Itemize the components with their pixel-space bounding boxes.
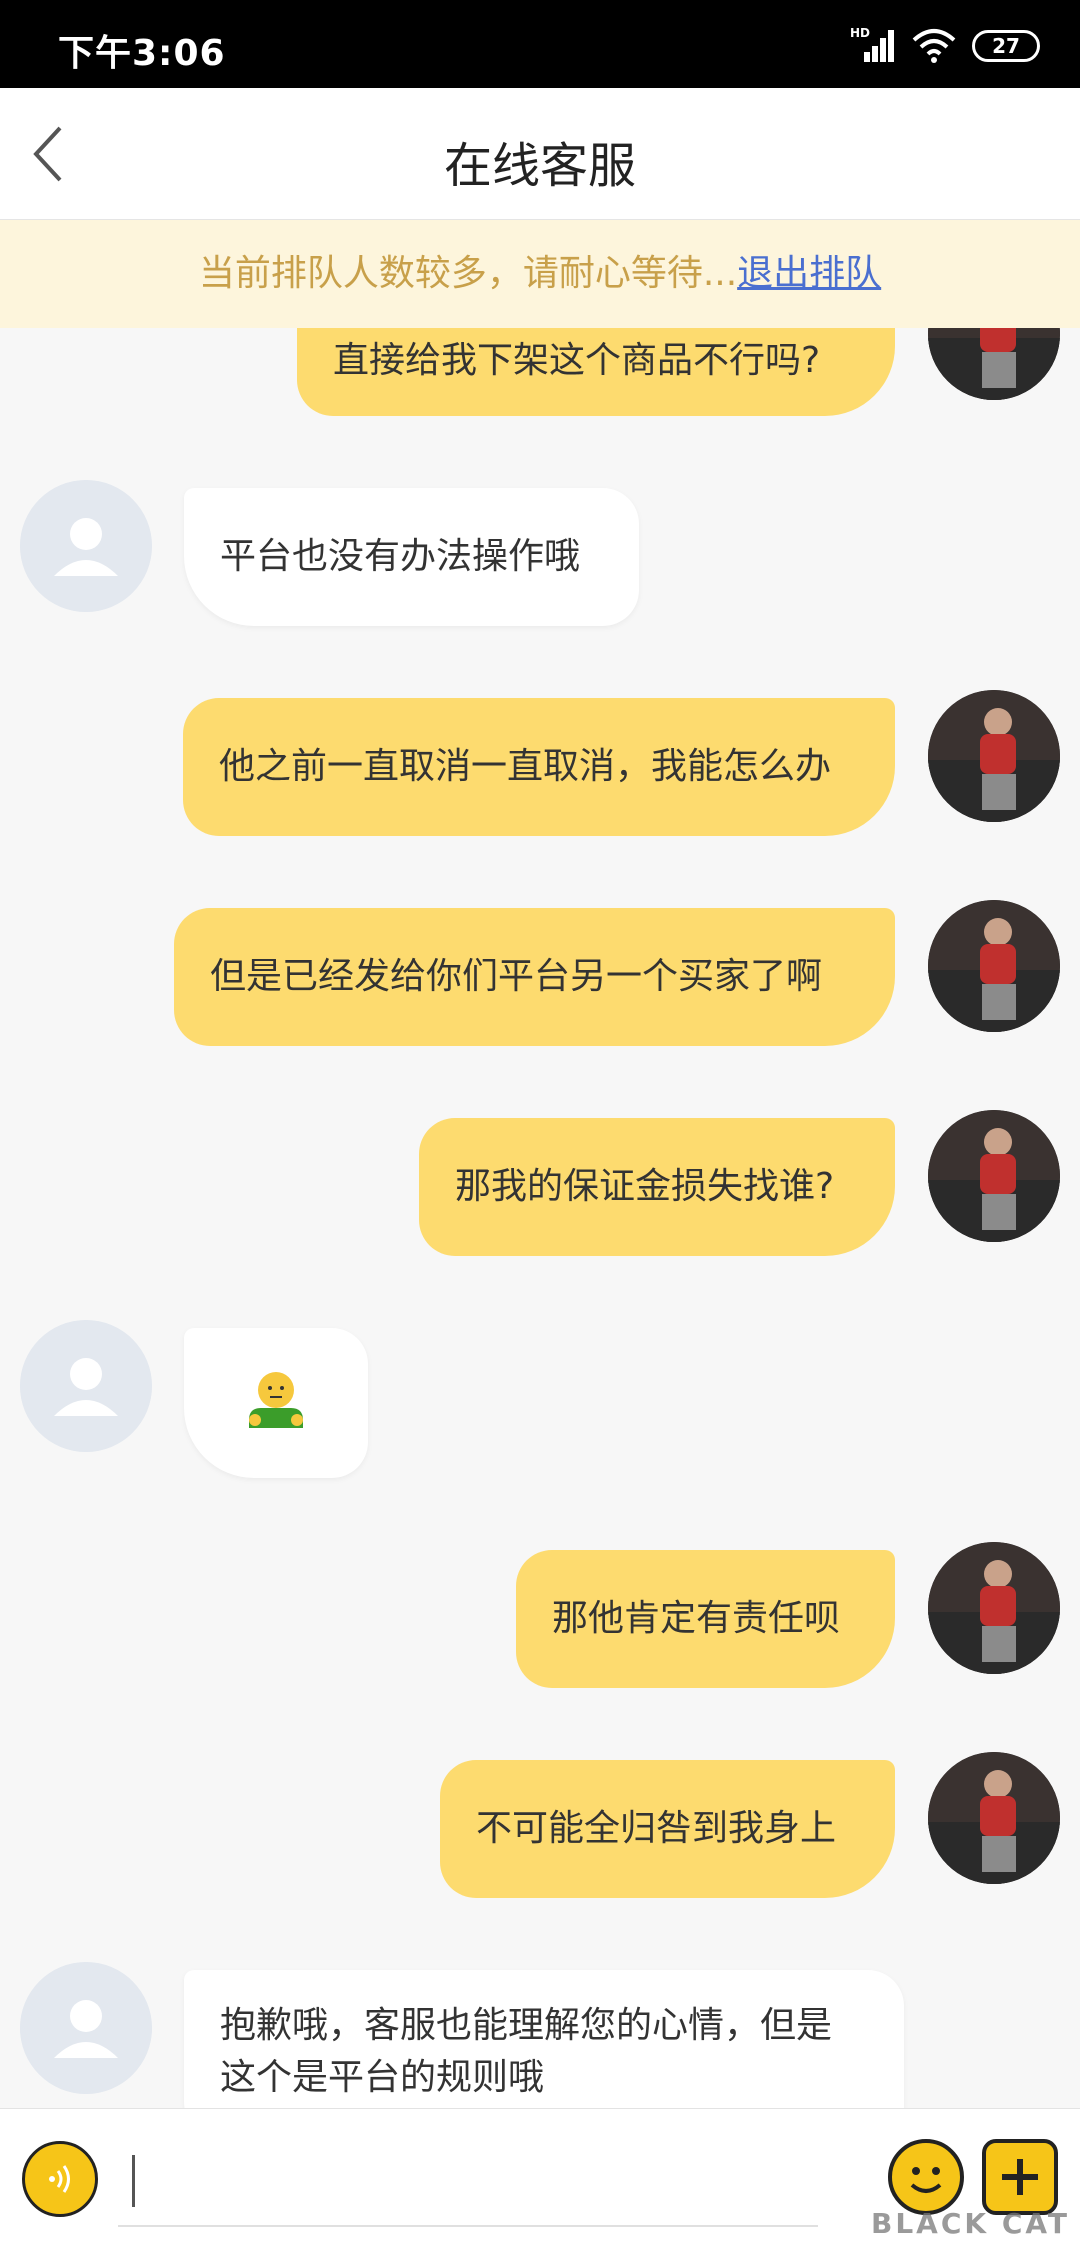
queue-banner-text: 当前排队人数较多，请耐心等待...: [198, 253, 738, 294]
text-caret: [132, 2155, 135, 2207]
user-avatar[interactable]: [928, 328, 1060, 400]
network-label: HD: [850, 26, 871, 40]
agent-avatar[interactable]: [20, 1320, 152, 1452]
status-icons: HD 27: [850, 26, 1040, 66]
input-bar: BLACK CAT: [0, 2108, 1080, 2248]
battery-level: 27: [992, 34, 1020, 58]
wifi-icon: [912, 29, 956, 63]
watermark: BLACK CAT: [871, 2207, 1070, 2240]
message-text: 抱歉哦，客服也能理解您的心情，但是: [220, 2005, 833, 2046]
smile-icon: [910, 2167, 942, 2193]
user-avatar[interactable]: [928, 1110, 1060, 1242]
agent-message: [184, 1328, 368, 1478]
message-text: 那他肯定有责任呗: [552, 1598, 841, 1639]
agent-avatar[interactable]: [20, 480, 152, 612]
user-avatar[interactable]: [928, 690, 1060, 822]
user-message: 他之前一直取消一直取消，我能怎么办: [183, 698, 895, 836]
user-message: 那我的保证金损失找谁?: [419, 1118, 895, 1256]
message-text: 不可能全归咎到我身上: [476, 1808, 837, 1849]
agent-message: 平台也没有办法操作哦: [184, 488, 639, 626]
status-time: 下午3:06: [58, 33, 226, 74]
exit-queue-link[interactable]: 退出排队: [737, 253, 881, 294]
user-message: 不可能全归咎到我身上: [440, 1760, 895, 1898]
plus-icon: [1002, 2159, 1038, 2195]
emoji-button[interactable]: [888, 2139, 964, 2215]
user-avatar[interactable]: [928, 1542, 1060, 1674]
header: 在线客服: [0, 88, 1080, 220]
queue-banner: 当前排队人数较多，请耐心等待...退出排队: [0, 220, 1080, 328]
message-text: 平台也没有办法操作哦: [220, 536, 581, 577]
message-text-line2: 这个是平台的规则哦: [220, 2057, 545, 2098]
battery-icon: 27: [972, 30, 1040, 62]
signal-icon: HD: [850, 26, 896, 64]
message-text: 但是已经发给你们平台另一个买家了啊: [210, 956, 823, 997]
shrug-emoji-icon: [249, 1372, 303, 1428]
voice-icon: [49, 2165, 70, 2193]
user-avatar[interactable]: [928, 1752, 1060, 1884]
more-options-button[interactable]: [982, 2139, 1058, 2215]
chat-area[interactable]: 直接给我下架这个商品不行吗? 平台也没有办法操作哦 他之前一直取消一直取消，我能…: [0, 328, 1080, 2108]
user-message: 但是已经发给你们平台另一个买家了啊: [174, 908, 895, 1046]
agent-message: 抱歉哦，客服也能理解您的心情，但是 这个是平台的规则哦: [184, 1970, 904, 2108]
message-input[interactable]: [118, 2131, 818, 2227]
message-text: 直接给我下架这个商品不行吗?: [333, 340, 821, 381]
agent-avatar[interactable]: [20, 1962, 152, 2094]
page-title: 在线客服: [443, 138, 636, 194]
message-text: 他之前一直取消一直取消，我能怎么办: [219, 746, 832, 787]
voice-button[interactable]: [22, 2141, 98, 2217]
user-message: 直接给我下架这个商品不行吗?: [297, 328, 895, 416]
user-message: 那他肯定有责任呗: [516, 1550, 895, 1688]
message-text: 那我的保证金损失找谁?: [455, 1166, 835, 1207]
user-avatar[interactable]: [928, 900, 1060, 1032]
status-bar: 下午3:06 HD 27: [0, 0, 1080, 88]
